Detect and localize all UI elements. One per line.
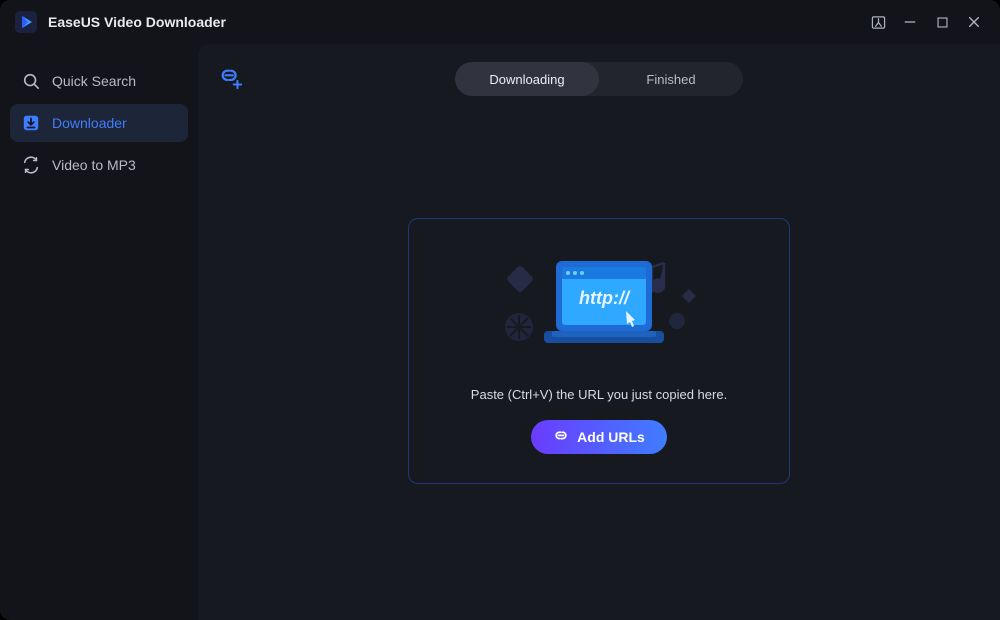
sidebar-item-label: Quick Search xyxy=(52,73,136,89)
add-urls-button[interactable]: Add URLs xyxy=(531,420,667,454)
dropzone-hint: Paste (Ctrl+V) the URL you just copied h… xyxy=(471,387,727,402)
laptop-illustration: http:// xyxy=(474,249,724,369)
sidebar-item-quick-search[interactable]: Quick Search xyxy=(10,62,188,100)
tab-bar: Downloading Finished xyxy=(455,62,743,96)
gift-button[interactable] xyxy=(862,6,894,38)
app-body: Quick Search Downloader xyxy=(0,44,1000,620)
url-dropzone[interactable]: http:// Paste (Ctrl+V) the URL you just … xyxy=(408,218,790,484)
search-icon xyxy=(22,72,40,90)
tab-label: Finished xyxy=(646,72,695,87)
app-window: EaseUS Video Downloader xyxy=(0,0,1000,620)
sidebar-item-label: Downloader xyxy=(52,115,127,131)
convert-icon xyxy=(22,156,40,174)
sidebar-item-video-to-mp3[interactable]: Video to MP3 xyxy=(10,146,188,184)
maximize-button[interactable] xyxy=(926,6,958,38)
svg-text:http://: http:// xyxy=(579,288,631,308)
sidebar-item-label: Video to MP3 xyxy=(52,157,136,173)
close-button[interactable] xyxy=(958,6,990,38)
sidebar-item-downloader[interactable]: Downloader xyxy=(10,104,188,142)
tab-label: Downloading xyxy=(489,72,564,87)
link-icon xyxy=(553,429,569,445)
minimize-button[interactable] xyxy=(894,6,926,38)
app-title: EaseUS Video Downloader xyxy=(48,14,226,30)
tab-finished[interactable]: Finished xyxy=(599,62,743,96)
download-icon xyxy=(22,114,40,132)
main-panel: Downloading Finished xyxy=(198,44,1000,620)
add-urls-label: Add URLs xyxy=(577,429,645,445)
titlebar: EaseUS Video Downloader xyxy=(0,0,1000,44)
add-link-icon-button[interactable] xyxy=(216,64,246,94)
app-logo-icon xyxy=(14,10,38,34)
tab-downloading[interactable]: Downloading xyxy=(455,62,599,96)
sidebar: Quick Search Downloader xyxy=(0,44,198,620)
content-area: http:// Paste (Ctrl+V) the URL you just … xyxy=(216,100,982,602)
main-toolbar: Downloading Finished xyxy=(216,58,982,100)
